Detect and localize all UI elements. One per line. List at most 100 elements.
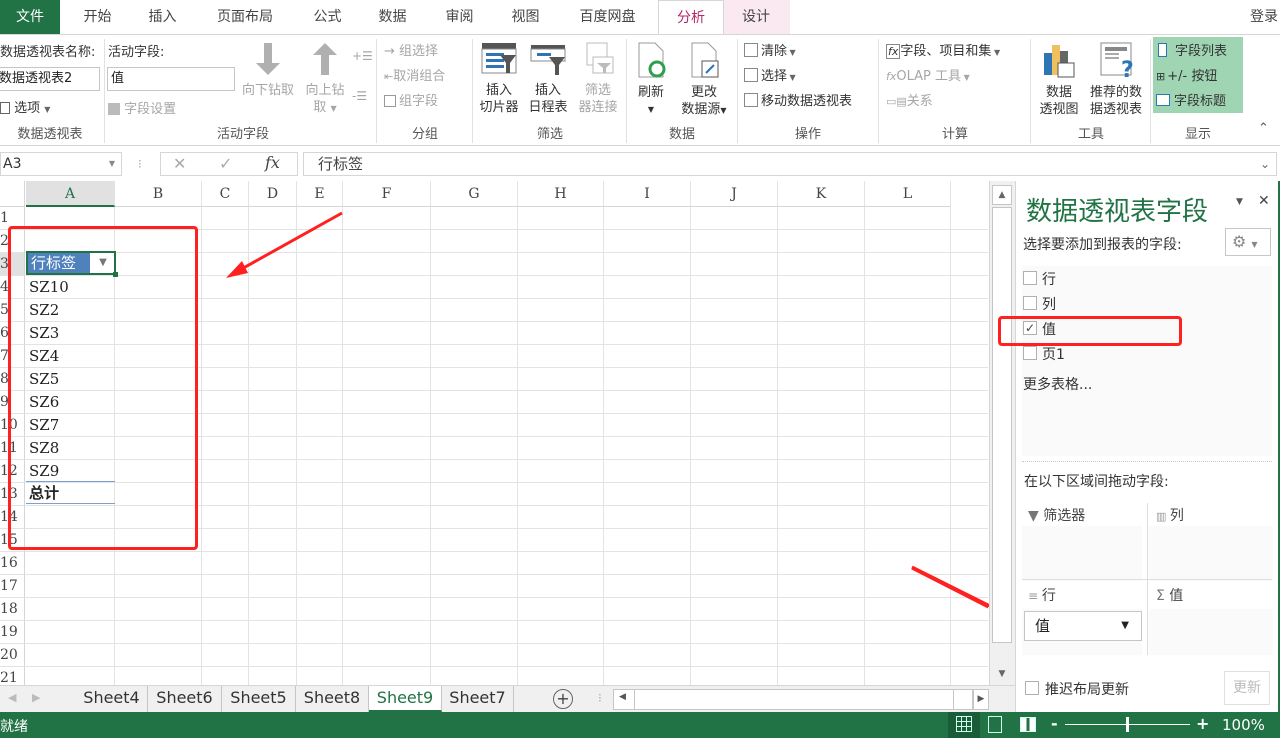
annotation-arrow-right bbox=[911, 566, 988, 609]
values-area[interactable] bbox=[1149, 609, 1273, 655]
pane-options-chevron-icon[interactable]: ▼ bbox=[1236, 197, 1243, 207]
tab-formulas[interactable]: 公式 bbox=[300, 0, 355, 34]
zoom-in-button[interactable]: + bbox=[1196, 714, 1209, 733]
next-sheet-icon[interactable]: ▶ bbox=[32, 691, 40, 704]
field-checkbox[interactable] bbox=[1023, 346, 1037, 360]
name-box[interactable]: A3 ▼ bbox=[0, 152, 122, 176]
active-field-input[interactable]: 值 bbox=[107, 67, 235, 91]
insert-timeline-button[interactable]: 插入 日程表 bbox=[524, 41, 572, 116]
prev-sheet-icon[interactable]: ◀ bbox=[8, 691, 16, 704]
zoom-level[interactable]: 100% bbox=[1222, 716, 1265, 734]
pivottable-fields-pane: 数据透视表字段 ▼ ✕ 选择要添加到报表的字段: ⚙ ▼ 行列 ✓ 值页1 更多表格.… bbox=[998, 181, 1280, 712]
tab-data[interactable]: 数据 bbox=[365, 0, 420, 34]
tab-file[interactable]: 文件 bbox=[0, 0, 60, 34]
tab-baidu-netdisk[interactable]: 百度网盘 bbox=[565, 0, 650, 34]
enter-icon[interactable]: ✓ bbox=[219, 154, 232, 173]
close-icon[interactable]: ✕ bbox=[1258, 193, 1270, 209]
scroll-down-icon[interactable]: ▼ bbox=[992, 665, 1012, 683]
pivotchart-button[interactable]: 数据 透视图 bbox=[1034, 41, 1084, 118]
add-sheet-button[interactable]: + bbox=[553, 689, 573, 709]
collapse-ribbon-icon[interactable]: ⌃ bbox=[1258, 121, 1269, 136]
tab-review[interactable]: 审阅 bbox=[432, 0, 487, 34]
h-scroll-thumb[interactable] bbox=[634, 690, 954, 709]
move-pivottable-button[interactable]: 移动数据透视表 bbox=[744, 90, 852, 109]
field-headers-toggle[interactable]: 字段标题 bbox=[1156, 90, 1226, 109]
row-field-chip[interactable]: 值 ▼ bbox=[1024, 611, 1142, 641]
group-label-tools: 工具 bbox=[1077, 127, 1104, 142]
page-layout-view-icon[interactable] bbox=[988, 716, 1002, 733]
field-list-toggle[interactable]: 字段列表 bbox=[1158, 40, 1227, 59]
field-settings-button[interactable]: 字段设置 bbox=[108, 98, 176, 117]
field-label[interactable]: 页1 bbox=[1042, 344, 1065, 364]
tab-home[interactable]: 开始 bbox=[70, 0, 125, 34]
page-break-view-icon[interactable] bbox=[1020, 717, 1036, 732]
select-icon bbox=[744, 68, 758, 82]
collapse-field-icon[interactable]: -☰ bbox=[352, 89, 367, 103]
formula-input[interactable]: 行标签 ⌄ bbox=[303, 152, 1277, 176]
field-checkbox[interactable] bbox=[1023, 296, 1037, 310]
drill-down-button[interactable]: 向下钻取 bbox=[236, 41, 300, 99]
worksheet-grid[interactable]: ABCDEFGHIJKL 1 2 3 4 5 6 7 8 9 10 11 12 13 14 15 16 17 18… bbox=[0, 181, 988, 685]
defer-update-checkbox[interactable] bbox=[1025, 681, 1039, 695]
cancel-icon[interactable]: ✕ bbox=[173, 154, 186, 173]
recommended-pivottables-button[interactable]: ? 推荐的数 据透视表 bbox=[1084, 41, 1148, 118]
relationships-button[interactable]: ▭▤关系 bbox=[886, 90, 933, 109]
scroll-thumb[interactable] bbox=[992, 207, 1012, 643]
olap-tools-button[interactable]: fxOLAP 工具 ▼ bbox=[886, 65, 970, 84]
sheet-tab-sheet8[interactable]: Sheet8 bbox=[296, 686, 369, 712]
clear-button[interactable]: 清除 ▼ bbox=[744, 40, 796, 59]
splitter-handle[interactable]: ⁝ bbox=[598, 691, 602, 705]
group-separator bbox=[104, 39, 105, 143]
tab-insert[interactable]: 插入 bbox=[135, 0, 190, 34]
change-data-source-button[interactable]: 更改 数据源▼ bbox=[674, 41, 734, 119]
scroll-right-icon[interactable]: ▶ bbox=[973, 689, 989, 710]
chevron-down-icon: ▼ bbox=[1251, 240, 1258, 249]
group-separator bbox=[626, 39, 627, 143]
scroll-up-icon[interactable]: ▲ bbox=[992, 185, 1012, 205]
refresh-button[interactable]: 刷新 ▼ bbox=[630, 41, 672, 118]
pivot-name-input[interactable]: 数据透视表2 bbox=[0, 67, 100, 91]
filter-connections-button[interactable]: 筛选 器连接 bbox=[573, 41, 623, 116]
tab-analyze[interactable]: 分析 bbox=[658, 0, 724, 34]
choose-fields-label: 选择要添加到报表的字段: bbox=[1023, 237, 1182, 253]
sheet-tab-sheet5[interactable]: Sheet5 bbox=[222, 686, 296, 712]
sheet-tab-sheet9[interactable]: Sheet9 bbox=[369, 686, 442, 712]
zoom-slider-thumb[interactable] bbox=[1126, 717, 1129, 732]
pivot-options-button[interactable]: 选项 ▼ bbox=[0, 97, 50, 116]
group-selection-button[interactable]: → 组选择 bbox=[384, 40, 438, 59]
tab-view[interactable]: 视图 bbox=[498, 0, 553, 34]
tab-page-layout[interactable]: 页面布局 bbox=[205, 0, 285, 34]
insert-function-icon[interactable]: fx bbox=[265, 153, 280, 172]
insert-slicer-button[interactable]: 插入 切片器 bbox=[475, 41, 523, 116]
field-checkbox[interactable] bbox=[1023, 271, 1037, 285]
filters-area[interactable] bbox=[1022, 526, 1142, 581]
columns-area[interactable] bbox=[1149, 526, 1273, 581]
field-label[interactable]: 列 bbox=[1042, 294, 1056, 314]
expand-field-icon[interactable]: +☰ bbox=[352, 49, 373, 63]
group-field-button[interactable]: 组字段 bbox=[384, 90, 438, 109]
settings-button[interactable]: ⚙ ▼ bbox=[1225, 228, 1271, 256]
clear-icon bbox=[744, 43, 758, 57]
normal-view-button[interactable] bbox=[948, 712, 980, 738]
expand-formula-bar-icon[interactable]: ⌄ bbox=[1260, 153, 1270, 175]
drill-up-button[interactable]: 向上钻 取 ▼ bbox=[300, 41, 350, 117]
sheet-tab-sheet6[interactable]: Sheet6 bbox=[148, 686, 222, 712]
tab-design[interactable]: 设计 bbox=[726, 0, 786, 34]
field-label[interactable]: 行 bbox=[1042, 269, 1056, 289]
select-button[interactable]: 选择 ▼ bbox=[744, 65, 796, 84]
chevron-down-icon[interactable]: ▼ bbox=[1121, 612, 1129, 640]
scroll-left-icon[interactable]: ◀ bbox=[619, 692, 626, 702]
horizontal-scrollbar[interactable]: ◀ bbox=[613, 689, 973, 710]
update-button[interactable]: 更新 bbox=[1224, 671, 1270, 705]
more-tables-link[interactable]: 更多表格... bbox=[1023, 374, 1092, 394]
ungroup-button[interactable]: ⇤取消组合 bbox=[384, 65, 445, 84]
sign-in-link[interactable]: 登录 bbox=[1250, 6, 1278, 26]
zoom-out-button[interactable]: - bbox=[1051, 714, 1058, 733]
plus-minus-buttons-toggle[interactable]: ⊞ +/- 按钮 bbox=[1156, 65, 1217, 84]
sheet-tab-sheet7[interactable]: Sheet7 bbox=[442, 686, 514, 712]
vertical-scrollbar[interactable]: ▲ ▼ bbox=[989, 181, 1015, 685]
pivotchart-icon bbox=[1044, 45, 1075, 78]
fields-items-sets-button[interactable]: fx 字段、项目和集 ▼ bbox=[886, 40, 1000, 59]
group-label-data: 数据 bbox=[668, 127, 695, 142]
sheet-tab-sheet4[interactable]: Sheet4 bbox=[76, 686, 148, 712]
